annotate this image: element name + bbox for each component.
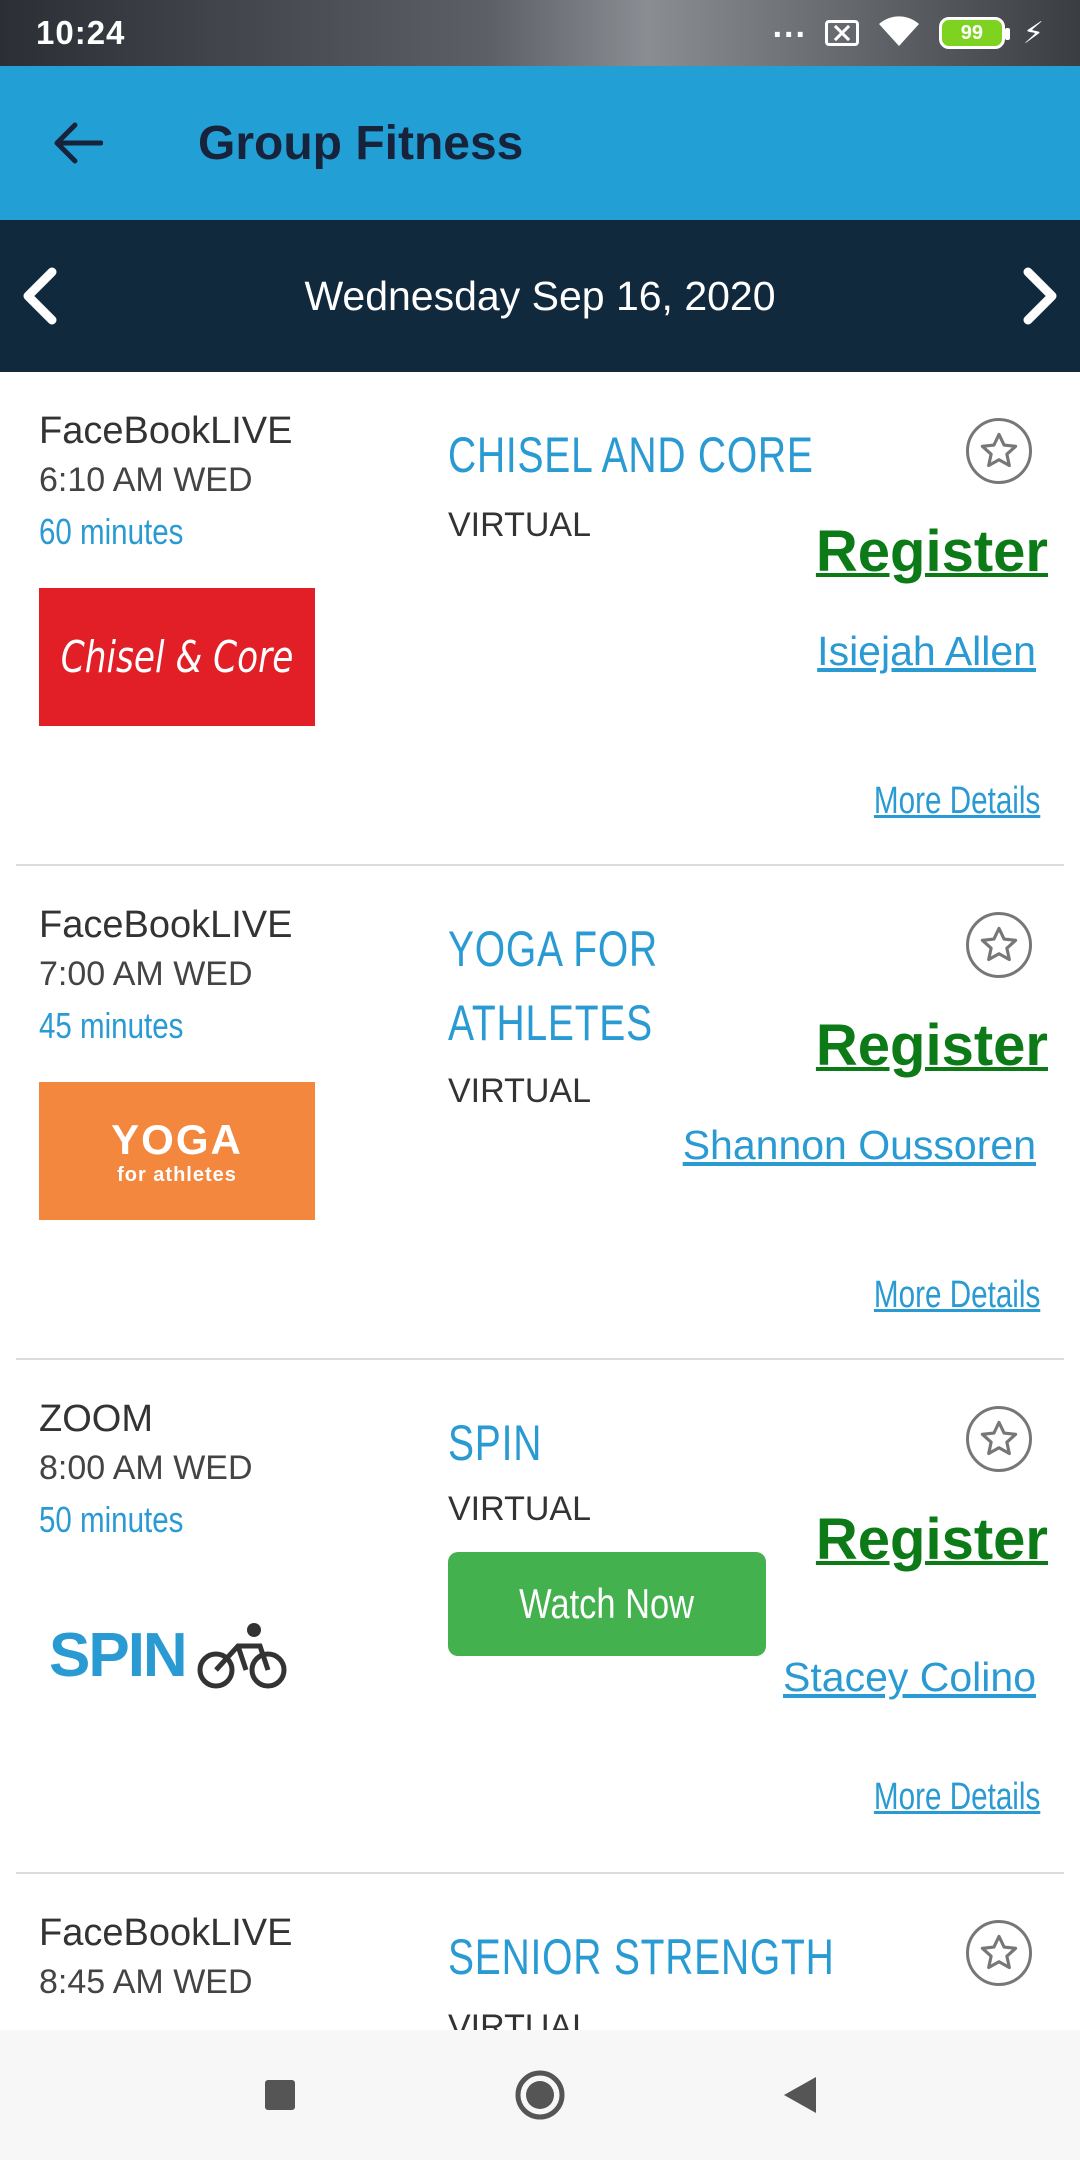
more-details-link[interactable]: More Details <box>874 1776 1040 1819</box>
watch-now-label: Watch Now <box>519 1580 695 1627</box>
triangle-back-icon <box>784 2077 816 2113</box>
class-time: 8:00 AM WED <box>39 1449 253 1487</box>
previous-day-button[interactable] <box>0 236 80 356</box>
star-icon <box>980 432 1018 468</box>
star-icon <box>980 1420 1018 1456</box>
logo-subtext: for athletes <box>117 1163 237 1186</box>
more-notifications-icon: ... <box>772 7 807 45</box>
instructor-link[interactable]: Stacey Colino <box>783 1654 1036 1701</box>
chevron-right-icon <box>1023 267 1057 325</box>
page-title: Group Fitness <box>198 116 524 170</box>
recents-button[interactable] <box>250 2065 310 2125</box>
class-info: FaceBookLIVE 6:10 AM WED 60 minutes <box>39 408 419 558</box>
class-time: 7:00 AM WED <box>39 955 253 993</box>
back-nav-button[interactable] <box>770 2065 830 2125</box>
class-platform: ZOOM <box>39 1398 153 1440</box>
class-type: VIRTUAL <box>448 506 591 544</box>
no-sim-icon <box>824 20 859 46</box>
battery-icon: 99 <box>938 17 1010 49</box>
class-logo: YOGA for athletes <box>39 1082 315 1220</box>
class-duration: 45 minutes <box>39 1005 184 1046</box>
status-time: 10:24 <box>36 14 126 51</box>
circle-icon <box>515 2070 565 2120</box>
class-card: FaceBookLIVE 8:45 AM WED SENIOR STRENGTH… <box>16 1874 1064 2030</box>
status-bar: 10:24 ... 99 ⚡ <box>0 0 1080 66</box>
favorite-button[interactable] <box>966 1920 1032 1986</box>
class-title[interactable]: SPIN <box>448 1406 542 1480</box>
class-logo: SPIN <box>39 1586 315 1724</box>
favorite-button[interactable] <box>966 912 1032 978</box>
favorite-button[interactable] <box>966 1406 1032 1472</box>
class-time: 6:10 AM WED <box>39 461 253 499</box>
more-details-link[interactable]: More Details <box>874 780 1040 823</box>
class-type: VIRTUAL <box>448 1072 591 1110</box>
class-info: FaceBookLIVE 8:45 AM WED <box>39 1910 419 2008</box>
class-info: ZOOM 8:00 AM WED 50 minutes <box>39 1396 419 1546</box>
date-navigator: Wednesday Sep 16, 2020 <box>0 220 1080 372</box>
more-details-link[interactable]: More Details <box>874 1274 1040 1317</box>
instructor-link[interactable]: Isiejah Allen <box>817 628 1036 675</box>
class-title[interactable]: YOGA FOR <box>448 912 658 986</box>
current-date: Wednesday Sep 16, 2020 <box>304 272 776 319</box>
star-icon <box>980 926 1018 962</box>
next-day-button[interactable] <box>1000 236 1080 356</box>
class-logo: Chisel & Core <box>39 588 315 726</box>
class-time: 8:45 AM WED <box>39 1963 253 2001</box>
instructor-link[interactable]: Shannon Oussoren <box>683 1122 1036 1169</box>
class-duration: 50 minutes <box>39 1499 184 1540</box>
register-link[interactable]: Register <box>816 1012 1048 1079</box>
home-button[interactable] <box>510 2065 570 2125</box>
watch-now-button[interactable]: Watch Now <box>448 1552 766 1656</box>
back-button[interactable] <box>22 88 132 198</box>
class-type: VIRTUAL <box>448 1490 591 1528</box>
status-icons: ... 99 ⚡ <box>773 9 1044 53</box>
chevron-left-icon <box>23 267 57 325</box>
wifi-icon <box>877 14 921 53</box>
class-type: VIRTUAL <box>448 2008 591 2030</box>
square-icon <box>265 2080 295 2110</box>
battery-level: 99 <box>960 21 984 44</box>
class-card: FaceBookLIVE 7:00 AM WED 45 minutes YOGA… <box>16 866 1064 1360</box>
logo-text: YOGA <box>111 1115 243 1163</box>
arrow-left-icon <box>54 122 103 164</box>
class-title[interactable]: CHISEL AND CORE <box>448 418 814 492</box>
class-card: ZOOM 8:00 AM WED 50 minutes SPIN SPIN VI… <box>16 1360 1064 1874</box>
class-title[interactable]: SENIOR STRENGTH <box>448 1920 835 1994</box>
class-title-line-2[interactable]: ATHLETES <box>448 986 653 1060</box>
class-card: FaceBookLIVE 6:10 AM WED 60 minutes Chis… <box>16 372 1064 866</box>
class-platform: FaceBookLIVE <box>39 410 293 452</box>
register-link[interactable]: Register <box>816 1506 1048 1573</box>
system-nav-bar <box>0 2030 1080 2160</box>
class-platform: FaceBookLIVE <box>39 904 293 946</box>
charging-icon: ⚡ <box>1022 16 1044 50</box>
favorite-button[interactable] <box>966 418 1032 484</box>
register-link[interactable]: Register <box>816 518 1048 585</box>
bicycle-icon <box>197 1623 287 1689</box>
app-bar: Group Fitness <box>0 66 1080 220</box>
logo-text: SPIN <box>49 1620 188 1690</box>
class-duration: 60 minutes <box>39 511 184 552</box>
logo-text: Chisel & Core <box>60 631 294 683</box>
class-platform: FaceBookLIVE <box>39 1912 293 1954</box>
class-info: FaceBookLIVE 7:00 AM WED 45 minutes <box>39 902 419 1052</box>
star-icon <box>980 1934 1018 1970</box>
class-list: FaceBookLIVE 6:10 AM WED 60 minutes Chis… <box>0 372 1080 2030</box>
